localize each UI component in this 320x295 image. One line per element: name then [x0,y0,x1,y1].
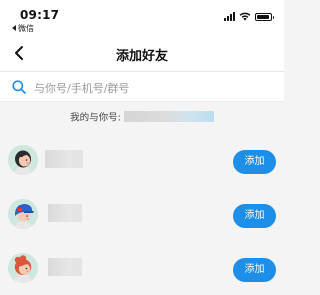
back-triangle-icon [12,25,16,31]
search-input[interactable]: 与你号/手机号/群号 [0,72,284,102]
avatar[interactable] [8,253,38,283]
add-friend-button[interactable]: 添加 [233,150,276,174]
nav-bar: 添加好友 [0,36,284,72]
page-title: 添加好友 [115,49,168,64]
back-to-app-label: 微信 [18,24,34,33]
search-placeholder: 与你号/手机号/群号 [34,82,130,95]
wifi-icon [239,12,251,21]
avatar-girl-red-hair-icon [8,253,38,283]
recommended-friends-list: 添加 添加 添加 [0,133,284,295]
list-item: 添加 [0,187,284,239]
status-time: 09:17 [20,8,60,22]
cellular-signal-icon [224,12,235,21]
list-item: 添加 [0,133,284,185]
my-id-label: 我的与你号: [70,112,121,124]
my-id-value-redacted [123,111,214,122]
avatar[interactable] [8,145,38,175]
avatar-girl-icon [8,145,38,175]
friend-name-redacted [48,258,82,276]
status-bar: 09:17 微信 [0,0,284,36]
friend-name-redacted [48,204,82,222]
back-to-app-link[interactable]: 微信 [12,23,34,34]
list-item: 添加 [0,241,284,293]
my-id-row: 我的与你号: [0,106,284,124]
friend-name-redacted [45,150,83,168]
battery-icon [255,13,274,21]
status-icons [224,11,274,21]
avatar[interactable] [8,199,38,229]
add-friend-button[interactable]: 添加 [233,204,276,228]
add-friend-button[interactable]: 添加 [233,258,276,282]
search-icon [12,80,26,94]
avatar-boy-cap-icon [8,199,38,229]
